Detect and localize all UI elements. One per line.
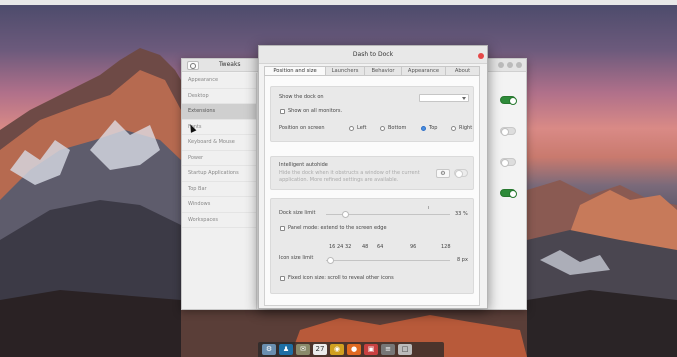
icon-size-slider[interactable] [326,257,334,264]
panel-mode-label: Panel mode: extend to the screen edge [288,225,387,231]
minimize-button[interactable] [498,62,504,68]
sidebar-item-windows[interactable]: Windows [182,197,256,213]
dialog-header: Dash to Dock [259,46,487,64]
position-label: Position on screen [279,125,325,131]
sidebar-item-top-bar[interactable]: Top Bar [182,182,256,197]
tab-behavior[interactable]: Behavior [365,67,402,75]
app-icon[interactable]: ◉ [330,344,344,355]
sidebar-item-startup-applications[interactable]: Startup Applications [182,166,256,182]
fixed-icon-size-checkbox[interactable] [280,276,285,281]
icon-tick-32: 32 [345,244,352,250]
maximize-button[interactable] [507,62,513,68]
app-grid-icon[interactable]: ≡ [381,344,395,355]
fixed-icon-size-label: Fixed icon size: scroll to reveal other … [288,275,394,281]
calendar-icon[interactable]: 27 [313,344,327,355]
icon-tick-128: 128 [441,244,451,250]
dock-size-value: 33 % [455,211,468,217]
position-card: Show the dock on Show on all monitors. P… [270,86,474,142]
gear-icon: ⚙ [440,170,446,177]
autohide-settings-button[interactable]: ⚙ [436,169,450,178]
extension-toggle[interactable] [500,127,516,136]
icon-size-track [326,260,450,261]
icon-tick-24: 24 [337,244,344,250]
close-button[interactable] [516,62,522,68]
extension-toggle[interactable] [500,189,517,198]
extension-toggle[interactable] [500,96,517,105]
window-icon[interactable]: □ [398,344,412,355]
search-icon[interactable] [187,61,199,70]
autohide-switch[interactable] [454,169,468,178]
icon-tick-96: 96 [410,244,417,250]
icon-tick-64: 64 [377,244,384,250]
panel-mode-checkbox[interactable] [280,226,285,231]
autohide-description: application. More refined settings are a… [279,177,399,183]
sidebar-item-workspaces[interactable]: Workspaces [182,213,256,228]
dock-bar: ⚙ ♟ ✉ 27 ◉ ● ▣ ≡ □ [258,342,444,357]
tab-appearance[interactable]: Appearance [402,67,446,75]
top-bar [0,0,677,5]
dock-size-slider[interactable] [342,211,350,218]
icon-tick-48: 48 [362,244,369,250]
window-controls [498,62,522,68]
position-right-radio[interactable] [451,126,456,131]
all-monitors-checkbox[interactable] [280,109,285,114]
position-left-label: Left [357,125,367,131]
position-bottom-radio[interactable] [380,126,385,131]
settings-app-icon[interactable]: ⚙ [262,344,276,355]
position-right-label: Right [459,125,473,131]
slider-tick [428,206,429,209]
icon-tick-16: 16 [329,244,336,250]
tab-position-and-size[interactable]: Position and size [265,67,326,75]
position-bottom-label: Bottom [388,125,407,131]
position-top-label: Top [429,125,438,131]
all-monitors-label: Show on all monitors. [288,108,343,114]
app-icon[interactable]: ♟ [279,344,293,355]
icon-size-value: 8 px [457,257,468,263]
dialog-title: Dash to Dock [352,51,394,58]
close-button[interactable] [478,53,484,59]
tweaks-sidebar: Appearance Desktop Extensions Fonts Keyb… [182,73,257,309]
icon-size-label: Icon size limit [279,255,314,261]
sidebar-item-appearance[interactable]: Appearance [182,73,256,89]
autohide-description: Hide the dock when it obstructs a window… [279,170,420,176]
autohide-card: Intelligent autohide Hide the dock when … [270,156,474,190]
size-card: Dock size limit 33 % Panel mode: extend … [270,198,474,294]
sidebar-item-power[interactable]: Power [182,151,256,166]
tab-launchers[interactable]: Launchers [326,67,365,75]
extension-toggle[interactable] [500,158,516,167]
sidebar-item-extensions[interactable]: Extensions [182,104,256,120]
autohide-title: Intelligent autohide [279,162,328,168]
dash-to-dock-dialog: Dash to Dock Position and size Launchers… [258,45,488,309]
position-top-radio[interactable] [421,126,426,131]
sidebar-item-desktop[interactable]: Desktop [182,89,256,104]
firefox-icon[interactable]: ● [347,344,361,355]
tab-bar: Position and size Launchers Behavior App… [264,66,480,76]
tweaks-title: Tweaks [219,61,241,68]
app-icon[interactable]: ▣ [364,344,378,355]
monitor-select[interactable] [419,94,469,102]
dock-size-label: Dock size limit [279,210,316,216]
mail-icon[interactable]: ✉ [296,344,310,355]
show-dock-on-label: Show the dock on [279,94,324,100]
tab-about[interactable]: About [446,67,479,75]
position-left-radio[interactable] [349,126,354,131]
sidebar-item-keyboard-mouse[interactable]: Keyboard & Mouse [182,135,256,151]
